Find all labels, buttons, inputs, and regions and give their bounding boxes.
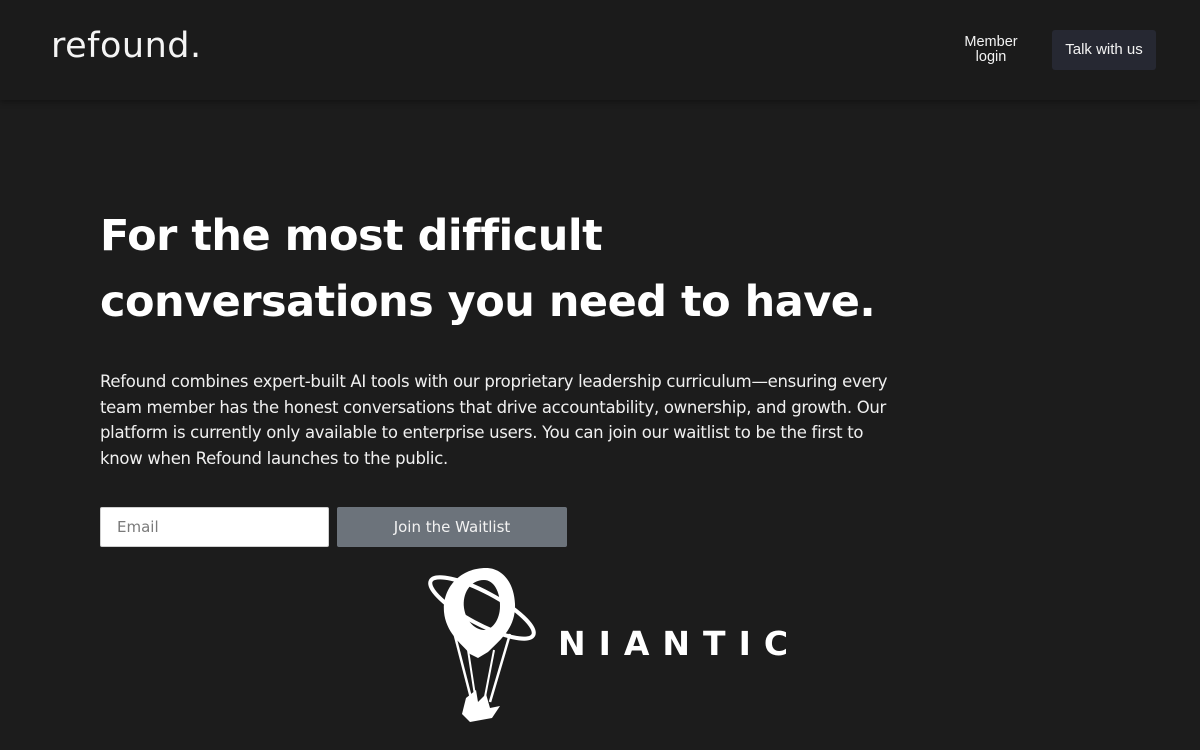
hero-title-line1: For the most difficult: [100, 211, 603, 261]
refound-logo[interactable]: refound.: [51, 26, 202, 66]
hero-title-line2: conversations you need to have.: [100, 277, 876, 327]
niantic-logo: NIANTIC: [420, 562, 790, 730]
member-login-link[interactable]: Member login: [955, 35, 1027, 65]
hero-title: For the most difficult conversations you…: [100, 203, 1000, 335]
talk-with-us-button[interactable]: Talk with us: [1052, 30, 1156, 70]
join-waitlist-button[interactable]: Join the Waitlist: [337, 507, 567, 547]
email-input[interactable]: [100, 507, 329, 547]
site-header: refound. Member login Talk with us: [0, 0, 1200, 100]
niantic-wordmark: NIANTIC: [558, 624, 802, 663]
niantic-balloon-icon: [428, 568, 536, 722]
hero-description: Refound combines expert-built AI tools w…: [100, 372, 888, 469]
